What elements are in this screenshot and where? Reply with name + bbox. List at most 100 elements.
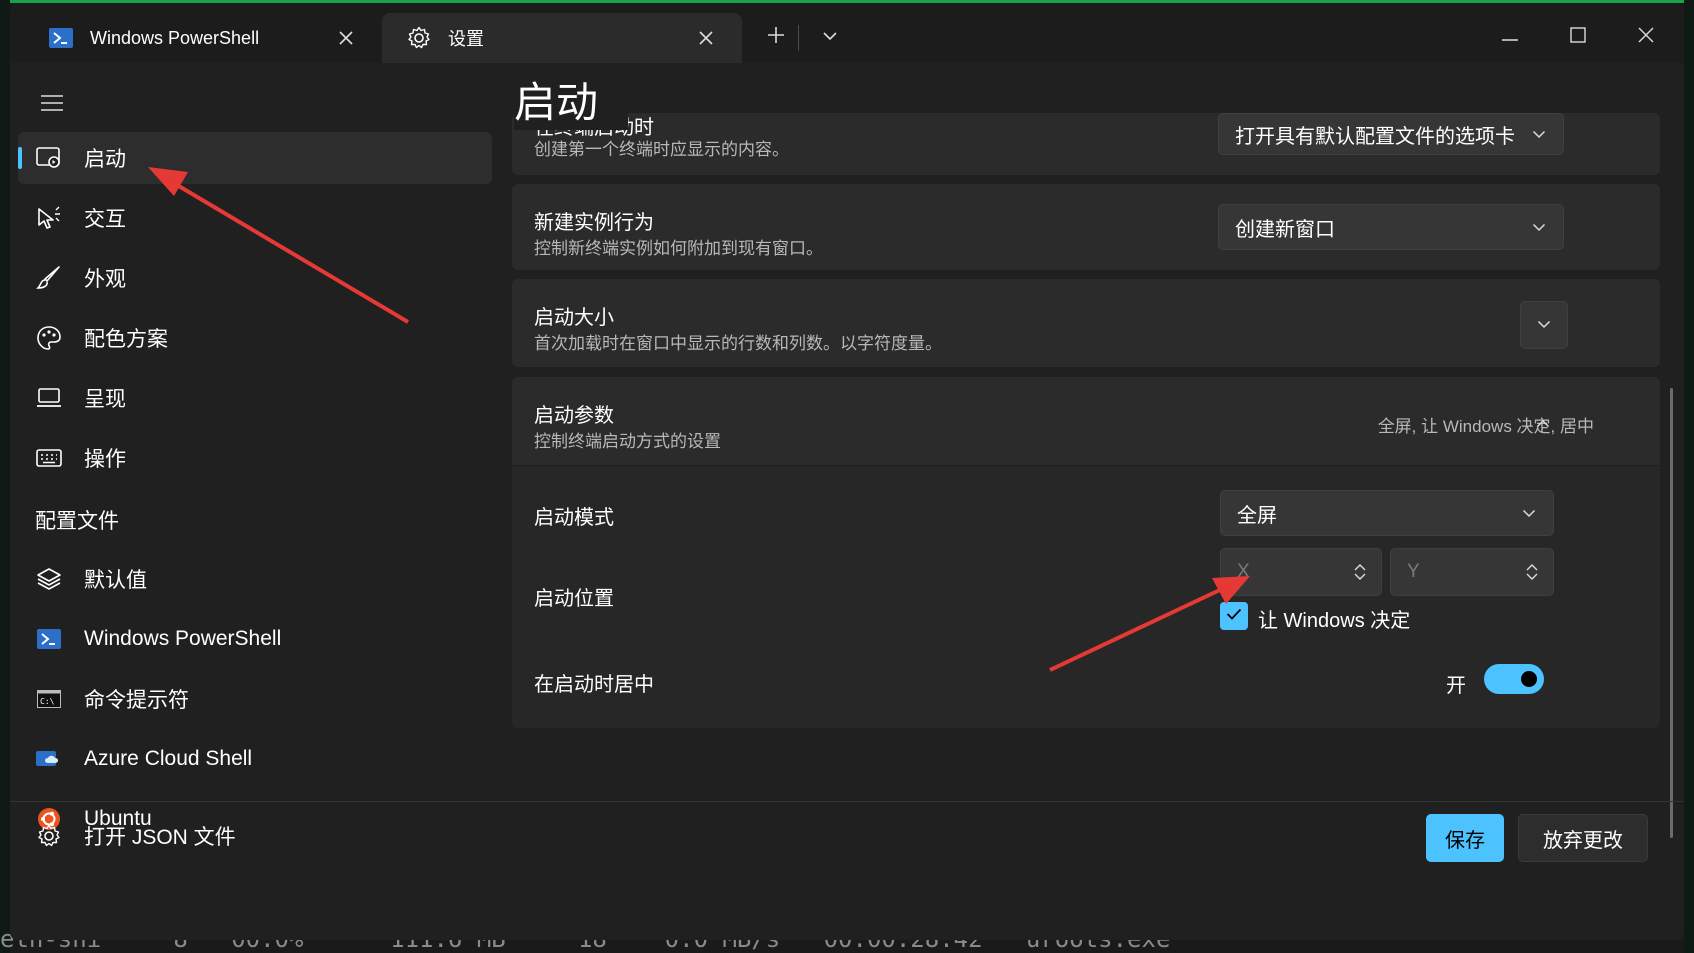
sidebar-item-windows-powershell[interactable]: Windows PowerShell [18, 613, 492, 665]
sidebar-item-label: 配色方案 [84, 328, 168, 351]
setting-card-launch-params[interactable]: 启动参数 控制终端启动方式的设置 全屏, 让 Windows 决定, 居中 [512, 377, 1660, 465]
discard-changes-button[interactable]: 放弃更改 [1518, 814, 1648, 862]
terminal-settings-window: Windows PowerShell 设置 启动 交互 外观 配色方案 呈现 操… [10, 3, 1684, 940]
sidebar-item-interaction[interactable]: 交互 [18, 192, 492, 244]
sidebar-item-label: 外观 [84, 268, 126, 291]
setting-card-terminal-startup: 在终端启动时 创建第一个终端时应显示的内容。 打开具有默认配置文件的选项卡 [512, 113, 1660, 175]
brush-icon [34, 264, 64, 292]
sidebar-item-label: Windows PowerShell [84, 627, 282, 650]
launch-params-expanded: 启动模式 全屏 启动位置 X Y 让 Windows 决定 在启动时居中 开 [512, 465, 1660, 728]
chevron-down-icon [1537, 316, 1551, 334]
sidebar-item-label: 呈现 [84, 388, 126, 411]
dropdown-value: 创建新窗口 [1235, 218, 1335, 241]
profiles-header: 配置文件 [35, 510, 119, 533]
sidebar-item-label: 启动 [84, 148, 126, 171]
launch-position-y-input[interactable]: Y [1390, 548, 1554, 596]
powershell-icon [34, 625, 64, 653]
hamburger-menu-button[interactable] [32, 85, 72, 125]
setting-card-new-instance: 新建实例行为 控制新终端实例如何附加到现有窗口。 创建新窗口 [512, 184, 1660, 270]
setting-description: 首次加载时在窗口中显示的行数和列数。以字符度量。 [534, 334, 942, 353]
launch-params-summary: 全屏, 让 Windows 决定, 居中 [1377, 417, 1594, 436]
svg-text:C:\: C:\ [40, 697, 55, 706]
laptop-icon [34, 384, 64, 412]
toggle-state-label: 开 [1446, 675, 1466, 697]
minimize-icon [1502, 28, 1518, 46]
sidebar-item-color-schemes[interactable]: 配色方案 [18, 312, 492, 364]
settings-content: 启动 在终端启动时 创建第一个终端时应显示的内容。 打开具有默认配置文件的选项卡… [510, 63, 1684, 800]
chevron-down-icon [822, 28, 838, 46]
tab-separator [798, 25, 799, 51]
background-terminal-left [0, 0, 10, 953]
placeholder-text: X [1237, 561, 1250, 582]
close-window-button[interactable] [1626, 17, 1666, 57]
terminal-startup-dropdown[interactable]: 打开具有默认配置文件的选项卡 [1218, 113, 1564, 155]
spinner-icon[interactable] [1523, 561, 1541, 583]
palette-icon [34, 324, 64, 352]
launch-mode-dropdown[interactable]: 全屏 [1220, 490, 1554, 536]
layers-icon [34, 565, 64, 593]
let-windows-decide-checkbox[interactable] [1220, 602, 1248, 630]
sidebar-item-defaults[interactable]: 默认值 [18, 553, 492, 605]
powershell-icon [48, 25, 74, 51]
sidebar-item-appearance[interactable]: 外观 [18, 252, 492, 304]
selection-indicator [18, 147, 22, 169]
sidebar-item-command-prompt[interactable]: C:\ 命令提示符 [18, 673, 492, 725]
chevron-down-icon [1521, 505, 1537, 521]
let-windows-decide-label: 让 Windows 决定 [1258, 610, 1411, 632]
sidebar: 启动 交互 外观 配色方案 呈现 操作 配置文件 默认值 Windows Pow… [10, 63, 510, 940]
sidebar-item-label: 操作 [84, 448, 126, 471]
new-instance-dropdown[interactable]: 创建新窗口 [1218, 204, 1564, 250]
open-json-label: 打开 JSON 文件 [84, 826, 236, 849]
gear-icon [406, 25, 432, 51]
new-tab-button[interactable] [756, 17, 796, 57]
setting-title: 启动大小 [534, 307, 614, 329]
sidebar-item-label: 交互 [84, 208, 126, 231]
startup-icon [34, 144, 64, 172]
keyboard-icon [34, 444, 64, 472]
title-bar: Windows PowerShell 设置 [10, 3, 1684, 63]
setting-description: 控制新终端实例如何附加到现有窗口。 [534, 239, 823, 258]
chevron-up-icon[interactable] [1536, 415, 1550, 433]
setting-title: 启动参数 [534, 405, 614, 427]
dropdown-value: 打开具有默认配置文件的选项卡 [1235, 125, 1515, 148]
tab-label: Windows PowerShell [90, 27, 260, 48]
spinner-icon[interactable] [1351, 561, 1369, 583]
close-icon [1638, 27, 1654, 48]
center-on-launch-label: 在启动时居中 [534, 674, 654, 696]
setting-description: 控制终端启动方式的设置 [534, 432, 721, 451]
placeholder-text: Y [1407, 561, 1420, 582]
tab-windows-powershell[interactable]: Windows PowerShell [24, 13, 382, 63]
tab-dropdown-button[interactable] [810, 17, 850, 57]
tab-settings[interactable]: 设置 [382, 13, 742, 63]
maximize-button[interactable] [1558, 17, 1598, 57]
center-on-launch-toggle[interactable] [1484, 664, 1544, 694]
hamburger-icon [41, 94, 63, 116]
sidebar-item-label: 命令提示符 [84, 689, 189, 712]
checkmark-icon [1226, 607, 1242, 625]
sidebar-item-label: 默认值 [84, 569, 147, 592]
page-title: 启动 [514, 69, 629, 130]
open-json-file-link[interactable]: 打开 JSON 文件 [18, 810, 492, 862]
launch-position-x-input[interactable]: X [1220, 548, 1382, 596]
dropdown-value: 全屏 [1237, 504, 1277, 527]
cmd-icon: C:\ [34, 685, 64, 713]
setting-description: 创建第一个终端时应显示的内容。 [534, 140, 789, 159]
setting-card-launch-size[interactable]: 启动大小 首次加载时在窗口中显示的行数和列数。以字符度量。 [512, 279, 1660, 367]
maximize-icon [1570, 26, 1586, 48]
sidebar-item-actions[interactable]: 操作 [18, 432, 492, 484]
minimize-button[interactable] [1490, 17, 1530, 57]
close-icon[interactable] [694, 26, 718, 50]
plus-icon [767, 26, 785, 49]
launch-mode-label: 启动模式 [534, 507, 614, 529]
close-icon[interactable] [334, 26, 358, 50]
footer-divider [10, 801, 1684, 802]
save-button[interactable]: 保存 [1426, 814, 1504, 862]
sidebar-item-azure-cloud-shell[interactable]: Azure Cloud Shell [18, 733, 492, 785]
chevron-down-icon [1531, 126, 1547, 142]
toggle-knob [1521, 671, 1537, 687]
expand-button[interactable] [1520, 301, 1568, 349]
sidebar-item-startup[interactable]: 启动 [18, 132, 492, 184]
sidebar-item-rendering[interactable]: 呈现 [18, 372, 492, 424]
background-terminal-right [1684, 0, 1694, 953]
content-scrollbar[interactable] [1670, 388, 1673, 838]
